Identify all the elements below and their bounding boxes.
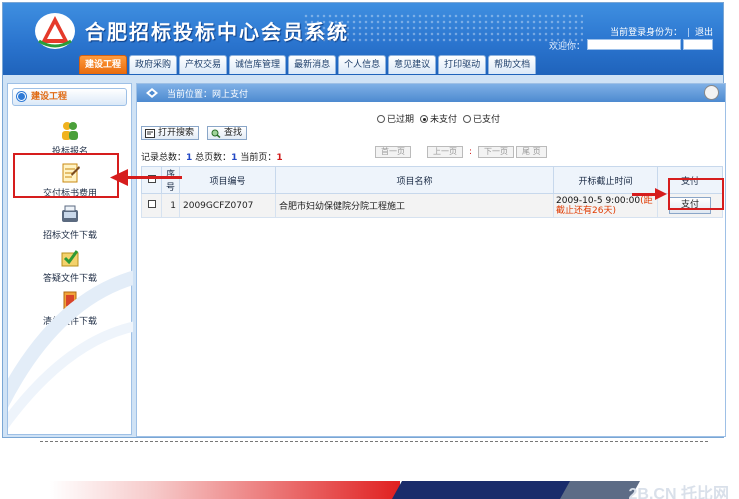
location-icon (146, 88, 158, 98)
sidebar-decoration (8, 270, 133, 429)
arrow-left-icon (110, 169, 128, 186)
radio-icon (377, 114, 385, 123)
col-deadline: 开标截止时间 (553, 166, 658, 194)
tab-feedback[interactable]: 意见建议 (388, 55, 437, 74)
tab-credit-management[interactable]: 诚信库管理 (229, 55, 287, 74)
search-icon (211, 129, 221, 138)
dashed-divider (40, 441, 708, 442)
row-checkbox[interactable] (147, 200, 156, 208)
next-page-button[interactable]: 下一页 (478, 146, 515, 158)
tab-construction[interactable]: 建设工程 (79, 55, 128, 74)
footer-band-red (50, 481, 400, 499)
select-all-checkbox-cell (141, 166, 162, 194)
login-label: 当前登录身份为： (610, 28, 683, 38)
filter-unpaid-label: 未支付 (430, 115, 458, 125)
sidebar-item-bid-registration[interactable]: 投标报名 (20, 120, 120, 157)
row-name: 合肥市妇幼保健院分院工程施工 (275, 193, 554, 218)
welcome-username-box (587, 39, 681, 50)
logout-link[interactable]: 退出 (695, 28, 713, 38)
tab-print-driver[interactable]: 打印驱动 (438, 55, 487, 74)
people-icon (62, 122, 78, 140)
main-panel: 当前位置：网上支付 已过期 未支付 已支付 打开搜索 查找 记录总数：1 总页数… (136, 83, 726, 437)
open-search-label: 打开搜索 (158, 128, 195, 138)
user-bar-separator: | (687, 28, 691, 38)
bullet-icon (17, 92, 26, 101)
highlight-pay-bid-fee (13, 153, 119, 198)
row-remaining-days: 截止还有26天) (556, 205, 616, 216)
tab-personal-info[interactable]: 个人信息 (338, 55, 387, 74)
row-seq: 1 (161, 193, 180, 218)
tab-government-purchase[interactable]: 政府采购 (129, 55, 178, 74)
row-code: 2009GCFZ0707 (179, 193, 276, 218)
table-header-row: 序号 项目编号 项目名称 开标截止时间 支付 (141, 166, 723, 194)
payment-table: 序号 项目编号 项目名称 开标截止时间 支付 1 2009GCFZ0707 合肥… (141, 166, 723, 218)
radio-icon (463, 114, 472, 123)
row-checkbox-cell (141, 193, 162, 218)
arrow-right-icon (655, 188, 667, 200)
filter-paid[interactable]: 已支付 (463, 112, 500, 125)
breadcrumb-text: 当前位置：网上支付 (167, 90, 249, 100)
total-records-value: 1 (186, 153, 193, 163)
open-search-icon (145, 129, 155, 138)
filter-paid-label: 已支付 (473, 115, 501, 125)
row-deadline-cell: 2009-10-5 9:00:00(距 截止还有26天) (553, 193, 658, 218)
row-deadline: 2009-10-5 9:00:00 (556, 195, 641, 206)
user-bar: 当前登录身份为： | 退出 (610, 25, 713, 38)
download-icon (62, 205, 78, 222)
last-page-button[interactable]: 尾 页 (516, 146, 547, 158)
total-pages-value: 1 (231, 153, 238, 163)
sidebar-header[interactable]: 建设工程 (12, 88, 127, 106)
col-name: 项目名称 (275, 166, 554, 194)
pager-separator: : (469, 147, 473, 157)
main-nav: 建设工程 政府采购 产权交易 诚信库管理 最新消息 个人信息 意见建议 打印驱动… (79, 55, 537, 75)
total-records-label: 记录总数： (141, 153, 187, 163)
filter-unpaid[interactable]: 未支付 (420, 112, 457, 125)
total-pages-label: 总页数： (195, 153, 232, 163)
watermark-text: 2B.CN 托比网 (628, 486, 729, 499)
record-stats: 记录总数：1 总页数：1 当前页：1 (141, 150, 283, 163)
payment-status-filter: 已过期 未支付 已支付 (377, 112, 500, 125)
search-label: 查找 (224, 128, 243, 138)
arrow-line-left (124, 176, 182, 179)
highlight-pay-button (668, 178, 724, 210)
row-deadline-suffix: (距 (640, 195, 653, 206)
radio-selected-icon (420, 114, 429, 123)
filter-expired[interactable]: 已过期 (377, 112, 414, 125)
current-page-value: 1 (276, 153, 283, 163)
welcome-label: 欢迎你： (548, 42, 585, 52)
sidebar: 建设工程 投标报名 交付标书费用 招标文件下载 答疑文件下载 清单文件下载 (7, 83, 133, 435)
tab-property-trade[interactable]: 产权交易 (179, 55, 228, 74)
pagination: 首一页 上一页 : 下一页 尾 页 (375, 146, 547, 158)
first-page-button[interactable]: 首一页 (375, 146, 411, 158)
welcome-extra-box (683, 39, 713, 50)
prev-page-button[interactable]: 上一页 (427, 146, 463, 158)
tab-help[interactable]: 帮助文档 (488, 55, 537, 74)
tab-latest-news[interactable]: 最新消息 (288, 55, 337, 74)
app-window: 合肥招标投标中心会员系统 当前登录身份为： | 退出 欢迎你： 建设工程 政府采… (2, 2, 726, 438)
app-header: 合肥招标投标中心会员系统 当前登录身份为： | 退出 欢迎你： 建设工程 政府采… (3, 3, 723, 75)
current-page-label: 当前页： (240, 153, 277, 163)
filter-expired-label: 已过期 (387, 115, 415, 125)
header-decoration (303, 13, 583, 43)
search-button[interactable]: 查找 (207, 126, 248, 140)
breadcrumb: 当前位置：网上支付 (137, 84, 725, 102)
logo-icon (35, 13, 75, 49)
open-search-button[interactable]: 打开搜索 (141, 126, 200, 140)
col-code: 项目编号 (179, 166, 276, 194)
refresh-icon[interactable] (704, 85, 719, 100)
sidebar-header-label: 建设工程 (31, 92, 68, 102)
table-row: 1 2009GCFZ0707 合肥市妇幼保健院分院工程施工 2009-10-5 … (141, 193, 723, 218)
col-seq: 序号 (161, 166, 180, 194)
